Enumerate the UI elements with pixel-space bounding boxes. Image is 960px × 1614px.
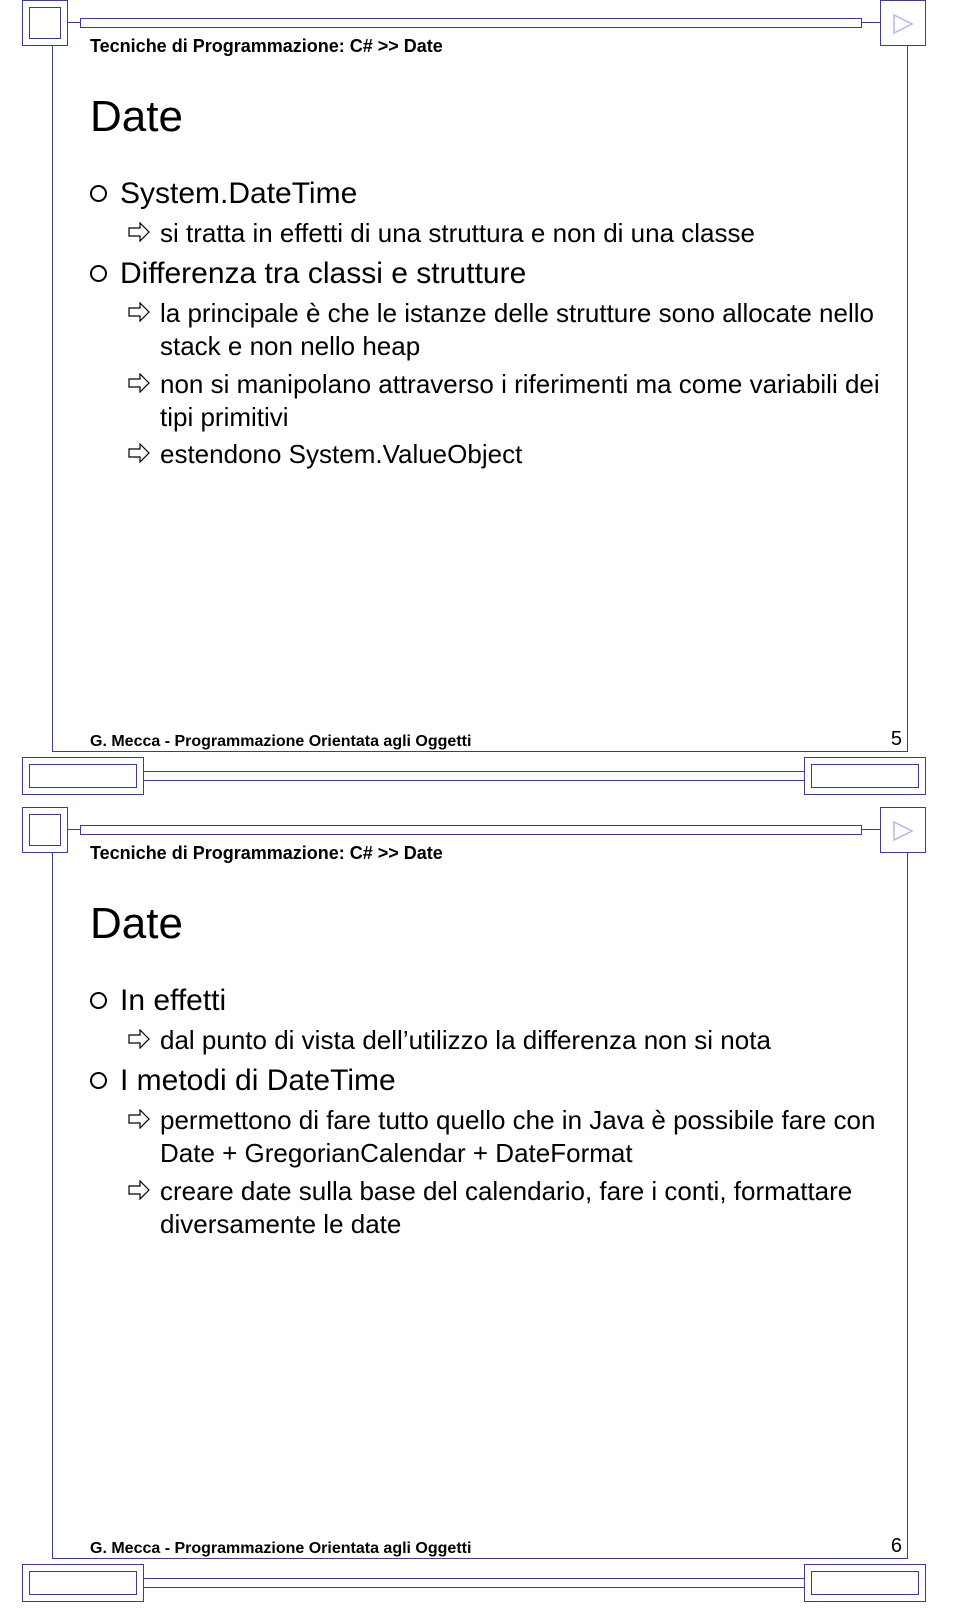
corner-decoration <box>22 807 68 853</box>
slide-content: System.DateTime si tratta in effetti di … <box>90 175 880 475</box>
footer-rail <box>80 771 862 781</box>
item-text: si tratta in effetti di una struttura e … <box>160 217 755 250</box>
item-text: dal punto di vista dell’utilizzo la diff… <box>160 1024 771 1057</box>
corner-decoration <box>22 1564 144 1602</box>
arrow-bullet-icon <box>128 438 160 463</box>
circle-bullet-icon <box>90 1062 120 1100</box>
arrow-bullet-icon <box>128 297 160 322</box>
next-arrow-icon <box>880 807 926 853</box>
corner-decoration <box>804 1564 926 1602</box>
slide: Tecniche di Programmazione: C# >> Date D… <box>0 0 960 807</box>
item-text: Differenza tra classi e strutture <box>120 255 526 293</box>
item-text: non si manipolano attraverso i riferimen… <box>160 368 880 435</box>
list-item: creare date sulla base del calendario, f… <box>128 1175 880 1242</box>
arrow-bullet-icon <box>128 1104 160 1129</box>
list-item: I metodi di DateTime <box>90 1062 880 1100</box>
item-text: In effetti <box>120 982 226 1020</box>
list-item: In effetti <box>90 982 880 1020</box>
item-text: permettono di fare tutto quello che in J… <box>160 1104 880 1171</box>
footer-text: G. Mecca - Programmazione Orientata agli… <box>90 1540 471 1558</box>
slide-title: Date <box>90 92 183 142</box>
arrow-bullet-icon <box>128 1175 160 1200</box>
arrow-bullet-icon <box>128 217 160 242</box>
item-text: System.DateTime <box>120 175 357 213</box>
slide-content: In effetti dal punto di vista dell’utili… <box>90 982 880 1245</box>
list-item: estendono System.ValueObject <box>128 438 880 471</box>
next-arrow-icon <box>880 0 926 46</box>
circle-bullet-icon <box>90 982 120 1020</box>
list-item: non si manipolano attraverso i riferimen… <box>128 368 880 435</box>
breadcrumb: Tecniche di Programmazione: C# >> Date <box>90 843 443 864</box>
item-text: la principale è che le istanze delle str… <box>160 297 880 364</box>
item-text: estendono System.ValueObject <box>160 438 522 471</box>
list-item: la principale è che le istanze delle str… <box>128 297 880 364</box>
list-item: si tratta in effetti di una struttura e … <box>128 217 880 250</box>
corner-decoration <box>804 757 926 795</box>
list-item: System.DateTime <box>90 175 880 213</box>
footer-text: G. Mecca - Programmazione Orientata agli… <box>90 733 471 751</box>
breadcrumb: Tecniche di Programmazione: C# >> Date <box>90 36 443 57</box>
arrow-bullet-icon <box>128 368 160 393</box>
page-number: 6 <box>891 1535 902 1558</box>
arrow-bullet-icon <box>128 1024 160 1049</box>
footer-rail <box>80 1578 862 1588</box>
item-text: I metodi di DateTime <box>120 1062 396 1100</box>
slide: Tecniche di Programmazione: C# >> Date D… <box>0 807 960 1614</box>
slide-title: Date <box>90 899 183 949</box>
circle-bullet-icon <box>90 175 120 213</box>
page-number: 5 <box>891 728 902 751</box>
item-text: creare date sulla base del calendario, f… <box>160 1175 880 1242</box>
header-rail <box>80 825 862 835</box>
list-item: Differenza tra classi e strutture <box>90 255 880 293</box>
list-item: permettono di fare tutto quello che in J… <box>128 1104 880 1171</box>
list-item: dal punto di vista dell’utilizzo la diff… <box>128 1024 880 1057</box>
circle-bullet-icon <box>90 255 120 293</box>
header-rail <box>80 18 862 28</box>
corner-decoration <box>22 757 144 795</box>
corner-decoration <box>22 0 68 46</box>
